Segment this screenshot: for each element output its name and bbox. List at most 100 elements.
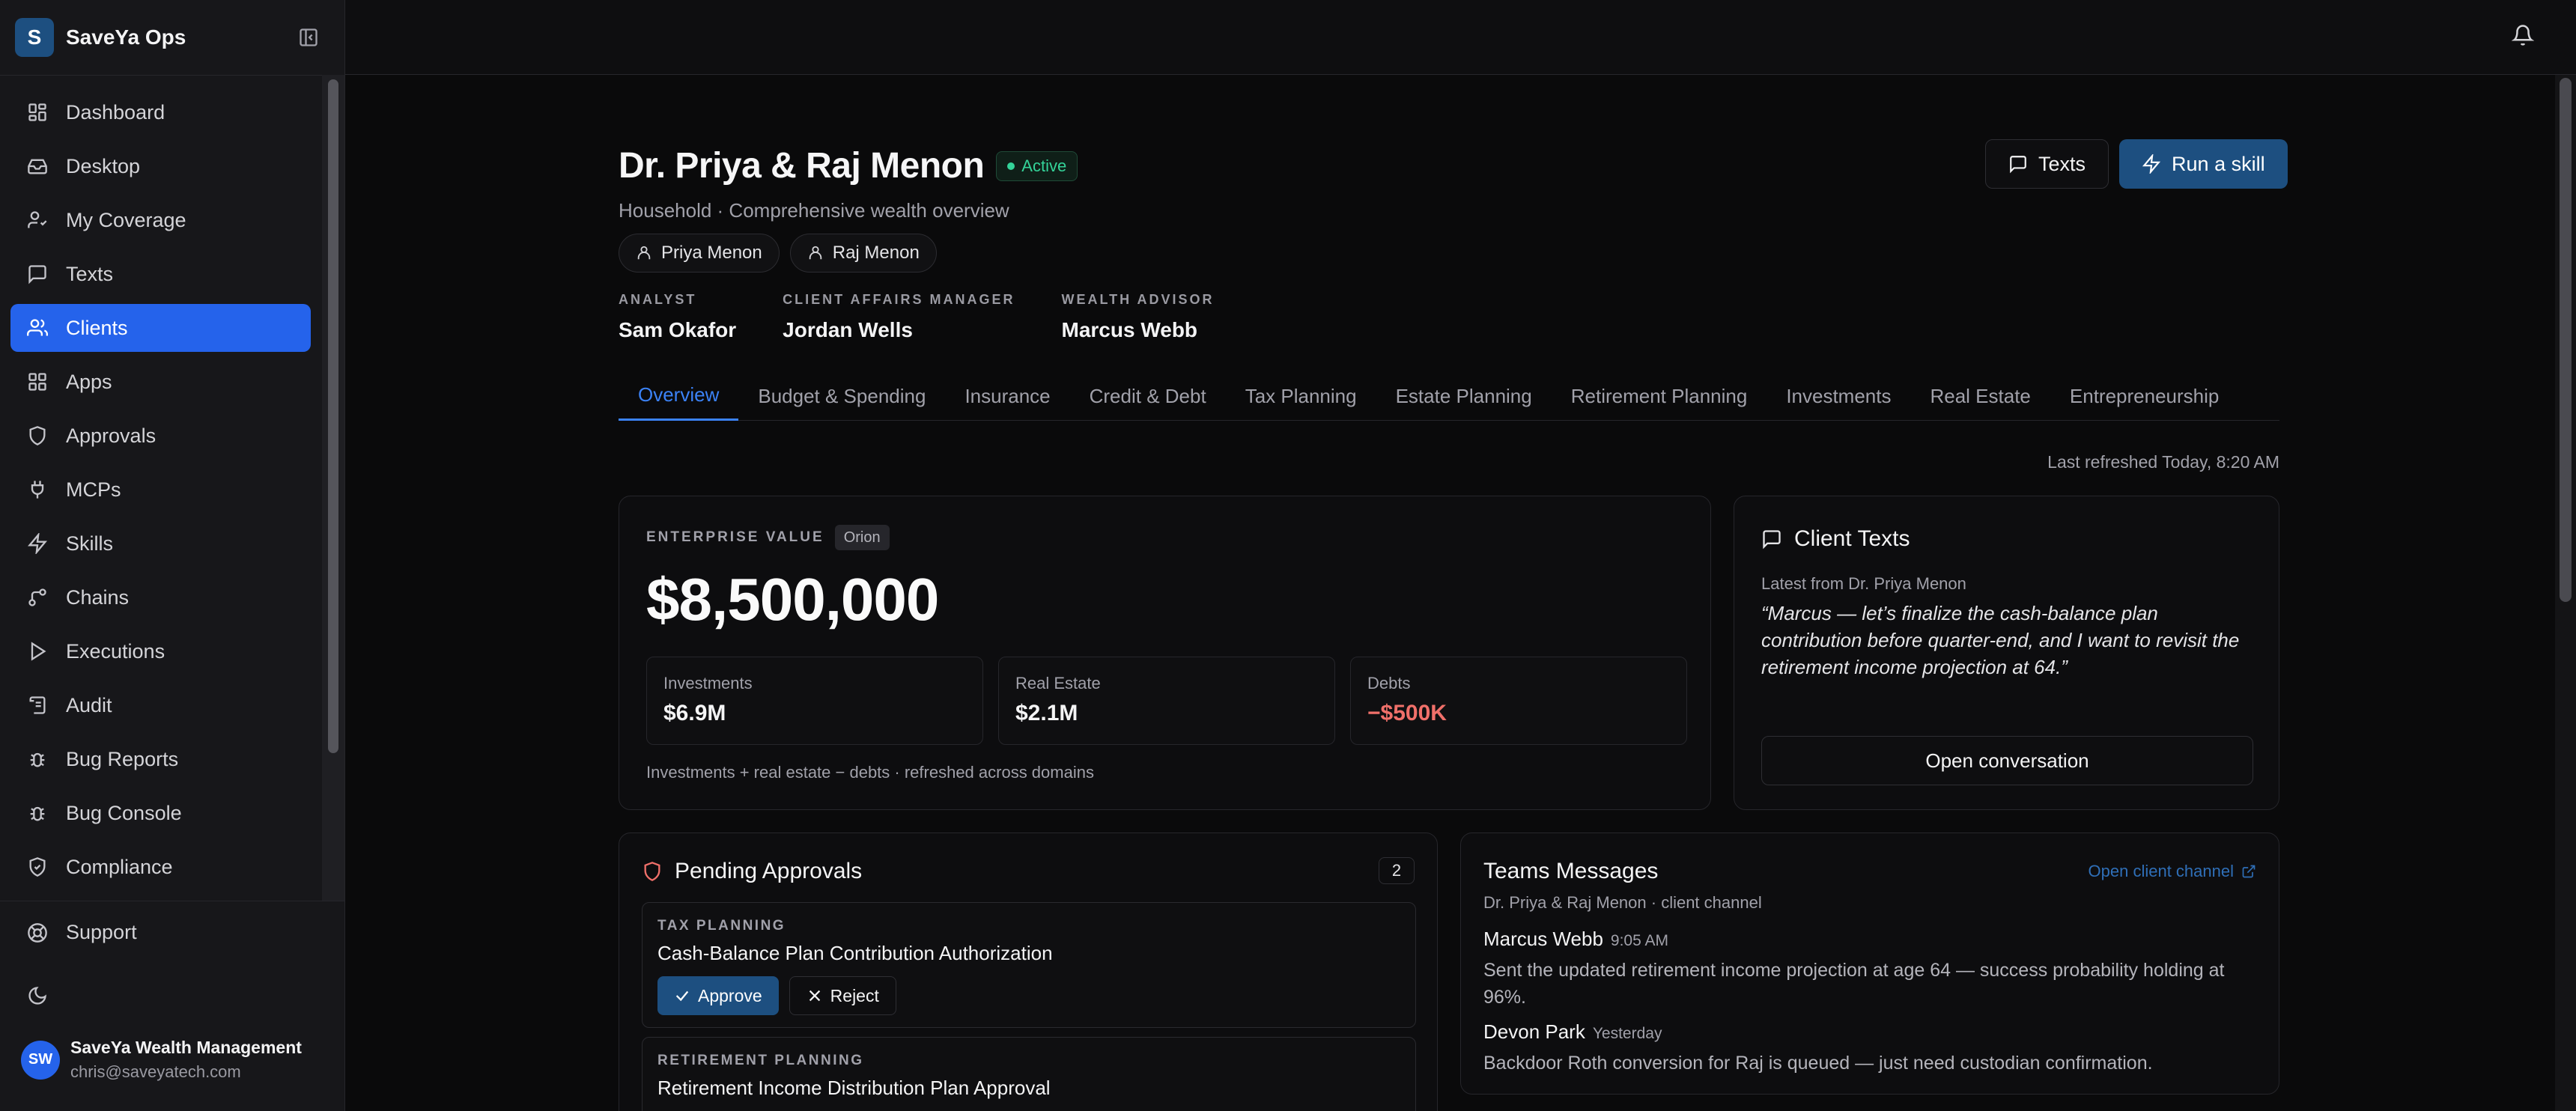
brand[interactable]: S SaveYa Ops: [15, 18, 186, 57]
approval-category: TAX PLANNING: [657, 918, 786, 934]
sidebar-nav: Dashboard Desktop My Coverage Texts Clie…: [10, 88, 311, 897]
approval-category: RETIREMENT PLANNING: [657, 1053, 864, 1068]
tab-estate-planning[interactable]: Estate Planning: [1376, 371, 1552, 421]
tab-investments[interactable]: Investments: [1767, 371, 1910, 421]
check-icon: [675, 990, 689, 1002]
sidebar-item-skills[interactable]: Skills: [10, 520, 311, 567]
apps-grid-icon: [27, 371, 48, 392]
run-skill-button[interactable]: Run a skill: [2119, 139, 2288, 189]
sidebar-item-label: MCPs: [66, 478, 121, 501]
sidebar: S SaveYa Ops Dashboard Desktop My Covera…: [0, 0, 345, 1111]
main-scroll-thumb[interactable]: [2560, 78, 2572, 602]
app-root: S SaveYa Ops Dashboard Desktop My Covera…: [0, 0, 2576, 1111]
user-profile[interactable]: SW SaveYa Wealth Management chris@saveya…: [21, 1038, 302, 1082]
card-title: Client Texts: [1794, 526, 1910, 551]
sidebar-item-bug-reports[interactable]: Bug Reports: [10, 735, 311, 783]
last-refreshed: Last refreshed Today, 8:20 AM: [2047, 452, 2279, 472]
users-icon: [27, 317, 48, 338]
theme-toggle-moon-icon[interactable]: [27, 985, 48, 1010]
team-wealth-advisor: WEALTH ADVISOR Marcus Webb: [1062, 292, 1215, 342]
sidebar-item-audit[interactable]: Audit: [10, 681, 311, 729]
avatar: SW: [21, 1040, 60, 1080]
card-title: Pending Approvals: [675, 859, 863, 883]
dashboard-icon: [27, 102, 48, 123]
external-link-icon: [2242, 865, 2255, 878]
message-item: Devon Park Yesterday Backdoor Roth conve…: [1483, 1020, 2255, 1077]
sidebar-item-desktop[interactable]: Desktop: [10, 142, 311, 190]
user-org: SaveYa Wealth Management: [70, 1038, 302, 1057]
team-member: Sam Okafor: [619, 318, 737, 341]
member-chip-raj[interactable]: Raj Menon: [789, 234, 937, 273]
sidebar-item-my-coverage[interactable]: My Coverage: [10, 196, 311, 244]
client-texts-title: Client Texts: [1761, 526, 1910, 552]
sidebar-item-label: My Coverage: [66, 208, 186, 231]
team-member: Jordan Wells: [783, 318, 913, 341]
tab-budget-spending[interactable]: Budget & Spending: [738, 371, 945, 421]
enterprise-value-card: ENTERPRISE VALUE Orion $8,500,000 Invest…: [619, 496, 1711, 810]
lightning-icon: [2142, 154, 2161, 174]
bug-icon: [27, 749, 48, 770]
member-name: Priya Menon: [661, 243, 762, 263]
message-body: Sent the updated retirement income proje…: [1483, 960, 2225, 1008]
texts-button[interactable]: Texts: [1985, 139, 2109, 189]
sidebar-item-mcps[interactable]: MCPs: [10, 466, 311, 514]
open-conversation-button[interactable]: Open conversation: [1761, 736, 2253, 785]
tab-entrepreneurship[interactable]: Entrepreneurship: [2050, 371, 2238, 421]
tab-overview[interactable]: Overview: [619, 371, 739, 421]
sidebar-item-label: Dashboard: [66, 100, 165, 124]
tab-credit-debt[interactable]: Credit & Debt: [1070, 371, 1226, 421]
source-badge: Orion: [834, 525, 890, 550]
message-icon: [27, 264, 48, 284]
status-badge: Active: [996, 150, 1078, 181]
advisory-team: ANALYST Sam Okafor CLIENT AFFAIRS MANAGE…: [619, 292, 1261, 342]
stat-value: $6.9M: [663, 701, 726, 725]
team-role: WEALTH ADVISOR: [1061, 292, 1215, 307]
card-title: Teams Messages: [1483, 859, 1659, 883]
reject-button[interactable]: Reject: [789, 976, 896, 1015]
sidebar-item-bug-console[interactable]: Bug Console: [10, 789, 311, 837]
message-icon: [1763, 530, 1781, 550]
sidebar-scroll-thumb[interactable]: [328, 79, 338, 753]
client-title-row: Dr. Priya & Raj Menon Active: [619, 145, 1078, 186]
plug-icon: [27, 479, 48, 500]
tab-real-estate[interactable]: Real Estate: [1910, 371, 2050, 421]
user-check-icon: [27, 210, 48, 231]
sidebar-item-compliance[interactable]: Compliance: [10, 843, 311, 891]
stat-label: Investments: [663, 674, 753, 693]
stat-real-estate: Real Estate $2.1M: [998, 657, 1335, 745]
sidebar-item-label: Texts: [66, 262, 114, 285]
message-time: 9:05 AM: [1610, 932, 1668, 949]
lifebuoy-icon: [27, 922, 48, 943]
bell-icon[interactable]: [2511, 24, 2536, 48]
sidebar-item-label: Executions: [66, 639, 165, 663]
tab-tax-planning[interactable]: Tax Planning: [1226, 371, 1376, 421]
team-client-affairs-manager: CLIENT AFFAIRS MANAGER Jordan Wells: [783, 292, 1015, 342]
tab-retirement-planning[interactable]: Retirement Planning: [1552, 371, 1767, 421]
sidebar-item-texts[interactable]: Texts: [10, 250, 311, 298]
tab-insurance[interactable]: Insurance: [945, 371, 1069, 421]
sidebar-item-chains[interactable]: Chains: [10, 573, 311, 621]
client-texts-card: Client Texts Latest from Dr. Priya Menon…: [1734, 496, 2279, 810]
sidebar-item-support[interactable]: Support: [27, 921, 137, 944]
sidebar-item-label: Apps: [66, 370, 112, 393]
approve-button[interactable]: Approve: [657, 976, 779, 1015]
sidebar-item-approvals[interactable]: Approvals: [10, 412, 311, 460]
stat-value: −$500K: [1367, 701, 1447, 725]
enterprise-value-amount: $8,500,000: [646, 566, 939, 633]
team-member: Marcus Webb: [1061, 318, 1198, 341]
stat-label: Real Estate: [1015, 674, 1101, 693]
sidebar-collapse-icon[interactable]: [297, 25, 321, 49]
message-item: Marcus Webb 9:05 AM Sent the updated ret…: [1483, 928, 2255, 1011]
member-chip-priya[interactable]: Priya Menon: [619, 234, 780, 273]
sidebar-item-clients[interactable]: Clients: [10, 304, 311, 352]
sidebar-item-label: Skills: [66, 532, 114, 555]
sidebar-divider: [0, 75, 344, 76]
pending-approvals-title: Pending Approvals: [642, 859, 862, 884]
sidebar-item-dashboard[interactable]: Dashboard: [10, 88, 311, 136]
latest-from: Latest from Dr. Priya Menon: [1761, 574, 1966, 593]
open-client-channel-link[interactable]: Open client channel: [2089, 862, 2256, 881]
approvals-count-badge: 2: [1379, 857, 1415, 884]
sidebar-item-apps[interactable]: Apps: [10, 358, 311, 406]
message-author: Devon Park: [1483, 1020, 1585, 1043]
sidebar-item-executions[interactable]: Executions: [10, 627, 311, 675]
